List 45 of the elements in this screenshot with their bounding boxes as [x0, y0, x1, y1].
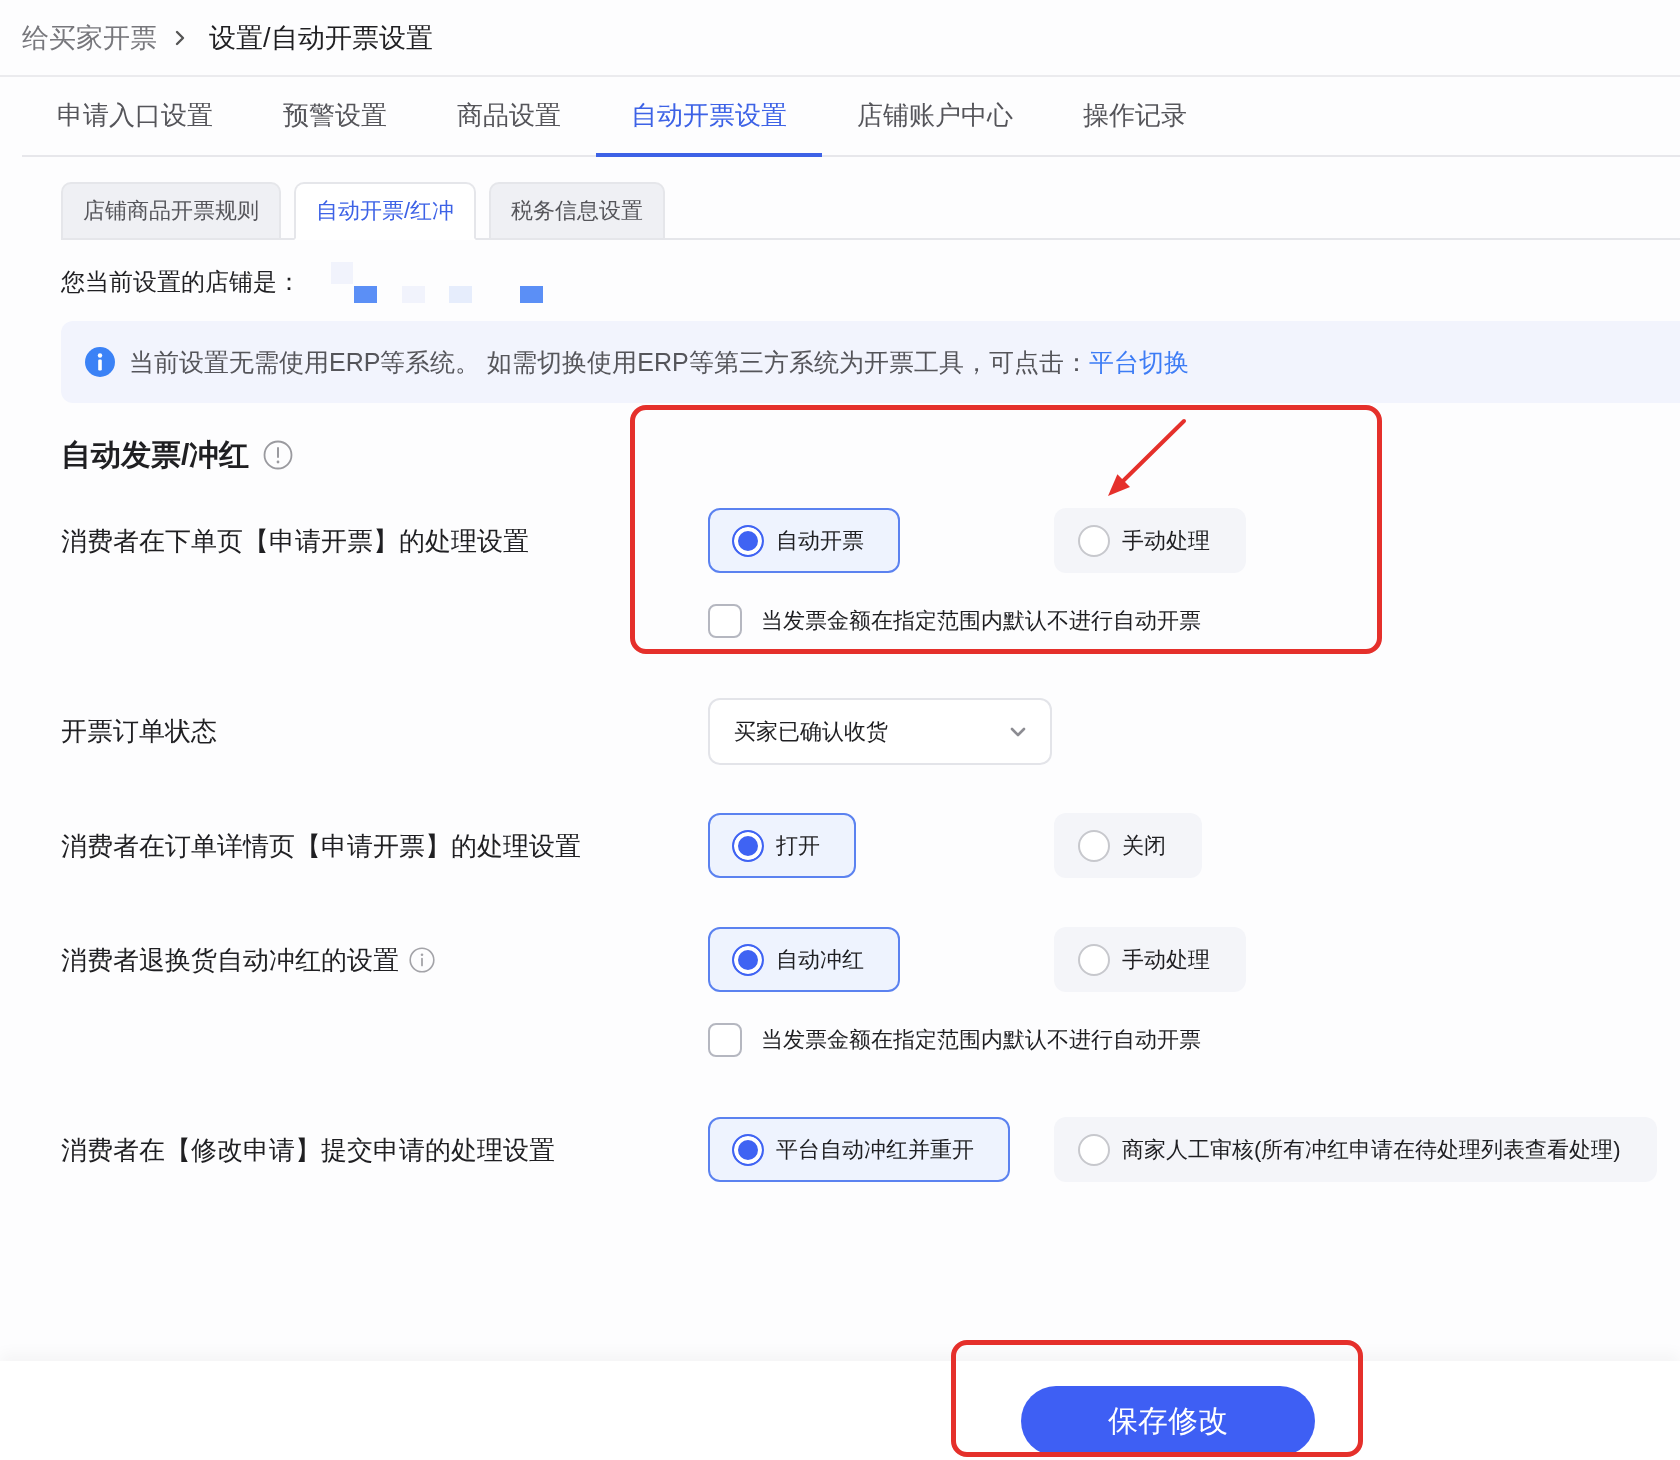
sub-tab[interactable]: 店铺商品开票规则: [61, 182, 281, 240]
radio-icon: [732, 829, 764, 862]
chevron-right-icon: [175, 29, 185, 46]
radio-option[interactable]: 商家人工审核(所有冲红申请在待处理列表查看处理): [1054, 1117, 1657, 1182]
radio-icon: [1078, 829, 1110, 862]
radio-icon: [732, 1133, 764, 1166]
sub-tab[interactable]: 税务信息设置: [489, 182, 666, 240]
radio-icon: [732, 943, 764, 976]
radio-option[interactable]: 自动开票: [708, 508, 900, 573]
platform-switch-link[interactable]: 平台切换: [1088, 347, 1189, 376]
setting-label: 消费者退换货自动冲红的设置: [61, 943, 399, 977]
radio-option[interactable]: 自动冲红: [708, 927, 900, 992]
breadcrumb-current: 设置/自动开票设置: [209, 21, 433, 55]
setting-label: 消费者在订单详情页【申请开票】的处理设置: [61, 829, 581, 863]
setting-label: 消费者在【修改申请】提交申请的处理设置: [61, 1133, 555, 1167]
breadcrumb-link[interactable]: 给买家开票: [22, 19, 157, 56]
radio-option[interactable]: 平台自动冲红并重开: [708, 1117, 1010, 1182]
order-status-dropdown[interactable]: 买家已确认收货: [708, 698, 1052, 765]
tab[interactable]: 申请入口设置: [22, 77, 248, 157]
tab[interactable]: 商品设置: [422, 77, 596, 157]
radio-option[interactable]: 打开: [708, 813, 856, 878]
tab[interactable]: 自动开票设置: [596, 77, 822, 157]
radio-icon: [1078, 943, 1110, 976]
setting-label: 开票订单状态: [61, 714, 217, 748]
store-label: 您当前设置的店铺是：: [61, 267, 301, 297]
chevron-down-icon: [1010, 726, 1026, 737]
info-icon: [85, 347, 115, 377]
radio-option[interactable]: 手动处理: [1054, 927, 1246, 992]
tab[interactable]: 预警设置: [248, 77, 422, 157]
tab[interactable]: 店铺账户中心: [822, 77, 1048, 157]
checkbox[interactable]: [708, 1023, 742, 1057]
radio-icon: [732, 524, 764, 557]
checkbox-label[interactable]: 当发票金额在指定范围内默认不进行自动开票: [761, 1025, 1201, 1055]
section-title: 自动发票/冲红: [61, 437, 250, 473]
setting-label: 消费者在下单页【申请开票】的处理设置: [61, 524, 529, 558]
radio-option[interactable]: 关闭: [1054, 813, 1202, 878]
exclamation-circle-icon: [263, 440, 294, 470]
checkbox[interactable]: [708, 604, 742, 638]
radio-icon: [1078, 524, 1110, 557]
radio-icon: [1078, 1133, 1110, 1166]
notice-text: 当前设置无需使用ERP等系统。 如需切换使用ERP等第三方系统为开票工具，可点击：平台切换: [129, 346, 1189, 378]
radio-option[interactable]: 手动处理: [1054, 508, 1246, 573]
checkbox-label[interactable]: 当发票金额在指定范围内默认不进行自动开票: [761, 606, 1201, 636]
sub-tab[interactable]: 自动开票/红冲: [294, 182, 477, 240]
tab[interactable]: 操作记录: [1048, 77, 1222, 157]
